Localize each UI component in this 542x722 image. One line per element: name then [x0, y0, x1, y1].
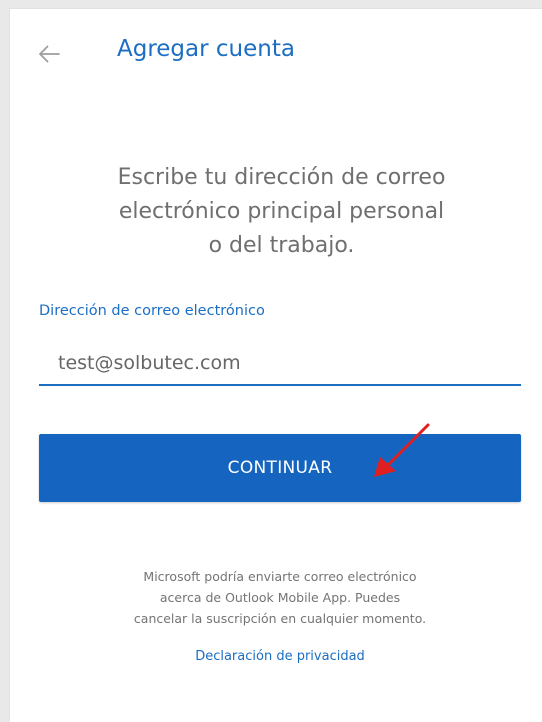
back-button[interactable]	[34, 39, 64, 69]
page-title: Agregar cuenta	[117, 36, 295, 62]
arrow-left-icon	[39, 45, 60, 63]
privacy-statement-link[interactable]: Declaración de privacidad	[10, 649, 542, 664]
disclaimer-line: cancelar la suscripción en cualquier mom…	[133, 611, 427, 626]
disclaimer-line: Microsoft podría enviarte correo electró…	[143, 569, 417, 584]
add-account-screen: Agregar cuenta Escribe tu dirección de c…	[9, 8, 542, 722]
email-field-label: Dirección de correo electrónico	[39, 303, 265, 319]
instructions-line: Escribe tu dirección de correo	[117, 165, 446, 190]
email-input[interactable]	[39, 342, 521, 386]
instructions-line: electrónico principal personal	[118, 199, 445, 224]
annotation-arrow-icon	[374, 423, 430, 477]
instructions-text: Escribe tu dirección de correo electróni…	[40, 161, 523, 263]
disclaimer-line: acerca de Outlook Mobile App. Puedes	[159, 590, 401, 605]
continue-button[interactable]: CONTINUAR	[39, 434, 521, 502]
disclaimer-text: Microsoft podría enviarte correo electró…	[70, 566, 490, 629]
instructions-line: o del trabajo.	[208, 233, 355, 258]
